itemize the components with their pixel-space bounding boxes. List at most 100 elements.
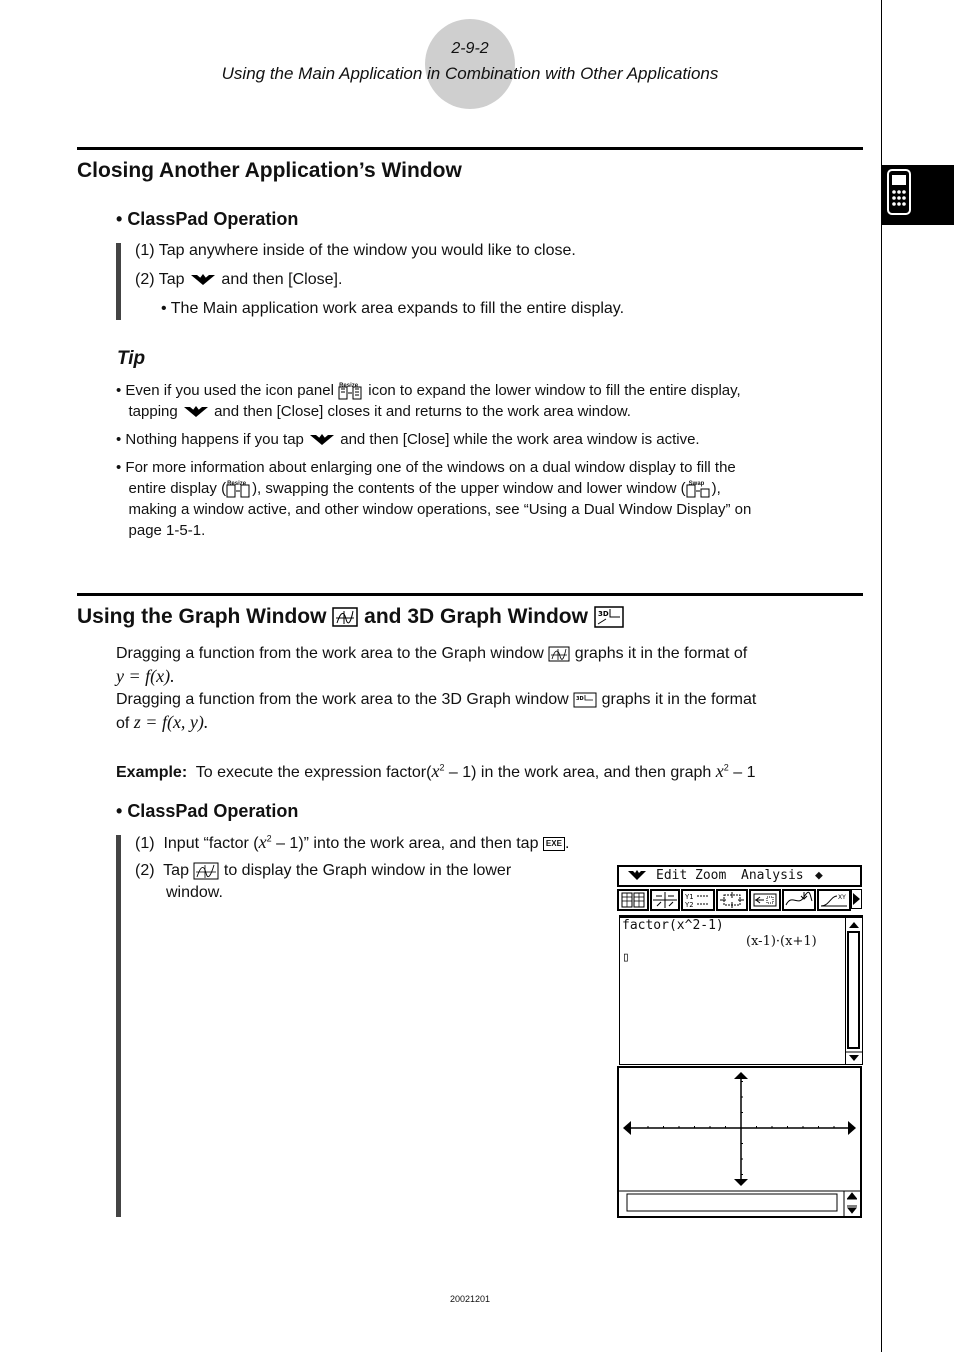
- section-title-text: Using the Graph Window: [77, 605, 327, 628]
- operation-heading-text: ClassPad Operation: [127, 209, 299, 229]
- tip-item-3: • For more information about enlarging o…: [116, 459, 752, 539]
- formula: x: [258, 832, 267, 852]
- menu-chevron-icon: [190, 273, 215, 285]
- step-text: .: [564, 835, 570, 852]
- step-note: • The Main application work area expands…: [161, 300, 625, 317]
- tip-text: and then [Close] closes it and returns t…: [214, 403, 631, 420]
- chapter-tab: [882, 165, 954, 225]
- para-text: graphs it in the format: [601, 691, 757, 708]
- menu-chevron-icon[interactable]: [627, 870, 647, 881]
- step-1: (1) Input “factor (x2 – 1)” into the wor…: [135, 831, 569, 855]
- step-bar: [116, 835, 121, 1217]
- step-text: and then [Close].: [221, 271, 343, 288]
- exe-key: EXE: [542, 836, 565, 851]
- sketch-icon[interactable]: XY: [817, 889, 851, 911]
- example-line: Example: To execute the expression facto…: [116, 760, 755, 784]
- toolbar: Y1 Y2 XY: [617, 889, 862, 911]
- work-area[interactable]: factor(x^2-1) (x-1)·(x+1) ▯: [619, 915, 863, 1065]
- example-text: – 1) in the work area, and then graph: [448, 764, 712, 781]
- step-number: (2): [135, 271, 155, 288]
- tip-text: Even if you used the icon panel: [125, 382, 334, 399]
- tip-text: page 1-5-1.: [128, 522, 206, 539]
- example-text: – 1: [733, 764, 756, 781]
- step-bar: [116, 243, 121, 320]
- menu-diamond[interactable]: ◆: [815, 867, 823, 885]
- section-title: Closing Another Application’s Window: [77, 159, 462, 182]
- operation-heading: • ClassPad Operation: [116, 801, 299, 821]
- step-text: Tap anywhere inside of the window you wo…: [158, 242, 576, 259]
- work-cursor: ▯: [622, 950, 630, 965]
- graph-description: Dragging a function from the work area t…: [116, 643, 856, 735]
- step-text: Tap: [163, 862, 189, 879]
- table-icon[interactable]: [617, 889, 649, 911]
- menu-chevron-icon: [310, 434, 335, 446]
- step-2: (2) Tap to display the Graph window in t…: [135, 860, 575, 904]
- tip-text: icon to expand the lower window to fill …: [368, 382, 741, 399]
- step-text: window.: [166, 884, 223, 901]
- trace-icon[interactable]: [650, 889, 680, 911]
- tip-text: making a window active, and other window…: [128, 501, 752, 518]
- work-input-line: factor(x^2-1): [622, 918, 724, 933]
- y-axis-up-arrow: [734, 1072, 748, 1079]
- step-number: (2): [135, 862, 155, 879]
- operation-heading: • ClassPad Operation: [116, 209, 299, 229]
- svg-text:3D: 3D: [598, 610, 609, 618]
- svg-text:Y1: Y1: [685, 893, 693, 901]
- menu-zoom[interactable]: Zoom: [695, 867, 726, 885]
- step-number: (1): [135, 242, 155, 259]
- scroll-down-icon[interactable]: [846, 1205, 858, 1214]
- section-title: Using the Graph Window and 3D Graph Wind…: [77, 605, 624, 629]
- x-axis-right-arrow: [848, 1121, 856, 1135]
- tip-heading: Tip: [117, 348, 146, 369]
- y-axis-down-arrow: [734, 1179, 748, 1186]
- graph-window-icon: [332, 607, 359, 628]
- resize-icon: Resize: [226, 480, 252, 498]
- swap-icon: Swap: [686, 480, 712, 498]
- formula: y = f(x).: [116, 666, 175, 686]
- y-list-icon[interactable]: Y1 Y2: [681, 889, 715, 911]
- svg-text:XY: XY: [838, 894, 846, 901]
- section-divider: [77, 593, 863, 596]
- section-title-text: and 3D Graph Window: [364, 605, 588, 628]
- example-text: To execute the expression factor(: [195, 764, 432, 781]
- 3d-graph-window-icon: 3D: [573, 692, 597, 708]
- para-text: Dragging a function from the work area t…: [116, 691, 569, 708]
- tip-text: and then [Close] while the work area win…: [340, 431, 700, 448]
- step-text: to display the Graph window in the lower: [223, 862, 512, 879]
- menu-edit[interactable]: Edit: [656, 867, 687, 885]
- operation-heading-text: ClassPad Operation: [127, 801, 299, 821]
- graph-window[interactable]: [617, 1066, 862, 1218]
- para-text: of: [116, 715, 130, 732]
- menu-analysis[interactable]: Analysis: [741, 867, 804, 885]
- more-arrow-icon[interactable]: [851, 889, 862, 909]
- step-text: Input “factor (: [163, 835, 259, 852]
- tip-text: Nothing happens if you tap: [125, 431, 304, 448]
- superscript: 2: [723, 762, 729, 773]
- step-1: (1) Tap anywhere inside of the window yo…: [135, 240, 576, 262]
- graph-axes: [619, 1072, 860, 1216]
- zoom-in-icon[interactable]: [749, 889, 781, 911]
- para-text: graphs it in the format of: [574, 645, 748, 662]
- graph-window-icon: [548, 646, 570, 662]
- formula: x: [715, 761, 724, 781]
- graph-adjust-icon[interactable]: [782, 889, 816, 911]
- x-axis-left-arrow: [623, 1121, 631, 1135]
- scroll-up-icon[interactable]: [846, 1192, 858, 1200]
- 3d-graph-window-icon: 3D: [594, 606, 624, 629]
- chapter-title: Using the Main Application in Combinatio…: [221, 64, 719, 83]
- tip-text: ),: [711, 480, 721, 497]
- step-number: (1): [135, 835, 155, 852]
- tip-item-1: • Even if you used the icon panel Resize…: [116, 380, 856, 422]
- superscript: 2: [439, 762, 445, 773]
- formula: z = f(x, y).: [133, 712, 209, 732]
- work-result-line: (x-1)·(x+1): [746, 934, 817, 949]
- section-divider: [77, 147, 863, 150]
- zoom-box-icon[interactable]: [716, 889, 748, 911]
- graph-window-icon: [193, 862, 219, 880]
- para-text: Dragging a function from the work area t…: [116, 645, 544, 662]
- tip-item-2: • Nothing happens if you tap and then [C…: [116, 431, 700, 448]
- work-scrollbar[interactable]: [845, 918, 862, 1064]
- resize-icon: Resize: [338, 382, 364, 400]
- tip-text: entire display (: [128, 480, 227, 497]
- step-note-text: The Main application work area expands t…: [170, 300, 625, 317]
